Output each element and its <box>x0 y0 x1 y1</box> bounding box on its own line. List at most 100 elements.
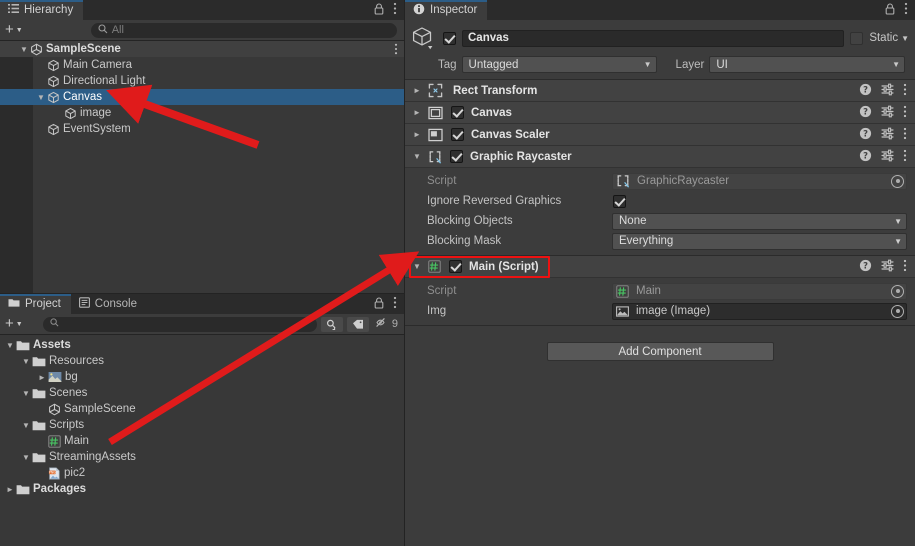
kebab-menu-icon[interactable] <box>903 105 907 121</box>
component-header-canvas-scaler[interactable]: ► Canvas Scaler ? <box>405 124 915 146</box>
tab-hierarchy[interactable]: Hierarchy <box>0 0 84 20</box>
svg-text:?: ? <box>863 106 868 116</box>
component-enabled-checkbox[interactable] <box>450 150 463 163</box>
kebab-menu-icon[interactable] <box>394 43 398 58</box>
project-row-scenes[interactable]: ▼ Scenes <box>0 385 404 401</box>
component-enabled-checkbox[interactable] <box>451 106 464 119</box>
foldout-toggle[interactable]: ▼ <box>20 421 32 430</box>
tab-project[interactable]: Project <box>0 294 71 314</box>
foldout-toggle[interactable]: ► <box>411 108 423 117</box>
kebab-menu-icon[interactable] <box>903 83 907 99</box>
component-enabled-checkbox[interactable] <box>451 128 464 141</box>
preset-settings-icon[interactable] <box>881 83 894 99</box>
preset-settings-icon[interactable] <box>881 105 894 121</box>
foldout-toggle[interactable]: ▼ <box>411 262 423 271</box>
search-filter-icon[interactable] <box>320 316 343 332</box>
foldout-toggle[interactable]: ▼ <box>20 389 32 398</box>
kebab-menu-icon[interactable] <box>903 127 907 143</box>
help-icon[interactable]: ? <box>859 105 872 121</box>
kebab-menu-icon[interactable] <box>393 2 397 18</box>
lock-icon[interactable] <box>374 2 384 18</box>
project-row-label: StreamingAssets <box>49 451 136 463</box>
graphic-raycaster-icon <box>428 150 442 164</box>
foldout-toggle[interactable]: ▼ <box>35 93 47 102</box>
folder-icon <box>32 355 46 367</box>
hierarchy-row-label: SampleScene <box>46 43 121 55</box>
foldout-toggle[interactable]: ▼ <box>20 357 32 366</box>
preset-settings-icon[interactable] <box>881 127 894 143</box>
dropdown-blocking-mask[interactable]: Everything ▼ <box>612 232 907 250</box>
foldout-toggle[interactable]: ▼ <box>4 341 16 350</box>
hierarchy-create-button[interactable]: + ▼ <box>3 22 27 37</box>
project-row-assets[interactable]: ▼ Assets <box>0 337 404 353</box>
gameobject-enabled-checkbox[interactable] <box>443 31 456 45</box>
object-field-script[interactable]: Main <box>612 282 907 300</box>
layer-dropdown[interactable]: UI ▼ <box>709 56 905 73</box>
help-icon[interactable]: ? <box>859 127 872 143</box>
component-enabled-checkbox[interactable] <box>449 260 462 273</box>
tag-filter-icon[interactable] <box>346 316 369 332</box>
project-row-packages[interactable]: ► Packages <box>0 481 404 497</box>
hierarchy-row-image[interactable]: image <box>0 105 404 121</box>
panel-splitter-vertical[interactable] <box>404 0 405 546</box>
hierarchy-search-input[interactable]: All <box>90 22 397 38</box>
foldout-toggle[interactable]: ▼ <box>18 45 30 54</box>
kebab-menu-icon[interactable] <box>903 259 907 275</box>
dropdown-blocking-objects[interactable]: None ▼ <box>612 212 907 230</box>
hierarchy-row-samplescene[interactable]: ▼ SampleScene <box>0 41 404 57</box>
tab-inspector[interactable]: Inspector <box>405 0 488 20</box>
panel-splitter-horizontal[interactable] <box>0 293 404 294</box>
object-picker-icon[interactable] <box>891 304 904 318</box>
preset-settings-icon[interactable] <box>881 149 894 165</box>
project-create-button[interactable]: + ▼ <box>3 315 27 332</box>
preset-settings-icon[interactable] <box>881 259 894 275</box>
help-icon[interactable]: ? <box>859 83 872 99</box>
component-header-canvas[interactable]: ► Canvas ? <box>405 102 915 124</box>
project-row-scripts[interactable]: ▼ Scripts <box>0 417 404 433</box>
hierarchy-row-eventsystem[interactable]: EventSystem <box>0 121 404 137</box>
project-row-pic2[interactable]: PNG pic2 <box>0 465 404 481</box>
foldout-toggle[interactable]: ► <box>4 485 16 494</box>
kebab-menu-icon[interactable] <box>903 149 907 165</box>
foldout-toggle[interactable]: ► <box>36 373 48 382</box>
foldout-toggle[interactable]: ▼ <box>20 453 32 462</box>
component-header-rect-transform[interactable]: ► Rect Transform ? <box>405 80 915 102</box>
add-component-button[interactable]: Add Component <box>546 342 774 361</box>
project-row-bg[interactable]: ► bg <box>0 369 404 385</box>
kebab-menu-icon[interactable] <box>904 2 908 18</box>
foldout-toggle[interactable]: ► <box>411 86 423 95</box>
component-header-graphic-raycaster[interactable]: ▼ Graphic Raycaster ? <box>405 146 915 168</box>
object-picker-icon[interactable] <box>891 174 904 188</box>
project-search-input[interactable] <box>42 316 317 332</box>
object-picker-icon[interactable] <box>891 284 904 298</box>
help-icon[interactable]: ? <box>859 259 872 275</box>
component-header-main-script[interactable]: ▼ Main (Script) ? <box>405 256 915 278</box>
foldout-toggle[interactable]: ► <box>411 130 423 139</box>
hierarchy-row-main-camera[interactable]: Main Camera <box>0 57 404 73</box>
add-component-area: Add Component <box>405 326 915 361</box>
static-dropdown[interactable]: Static ▼ <box>869 32 909 44</box>
canvas-scaler-icon <box>428 128 443 142</box>
foldout-toggle[interactable]: ▼ <box>411 152 423 161</box>
hierarchy-tabbar: Hierarchy <box>0 0 404 20</box>
project-row-streamingassets[interactable]: ▼ StreamingAssets <box>0 449 404 465</box>
object-field-script[interactable]: GraphicRaycaster <box>612 172 907 190</box>
hierarchy-row-canvas[interactable]: ▼ Canvas <box>0 89 404 105</box>
checkbox-ignore-reversed-graphics[interactable] <box>613 194 626 208</box>
project-row-samplescene[interactable]: SampleScene <box>0 401 404 417</box>
gameobject-name-field[interactable]: Canvas <box>462 29 845 47</box>
tab-console[interactable]: Console <box>70 294 147 314</box>
hierarchy-row-directional-light[interactable]: Directional Light <box>0 73 404 89</box>
object-field-img[interactable]: image (Image) <box>612 302 907 320</box>
hidden-assets-count[interactable]: 9 <box>373 317 401 331</box>
plus-icon: + <box>5 315 14 332</box>
lock-icon[interactable] <box>374 296 384 312</box>
project-row-resources[interactable]: ▼ Resources <box>0 353 404 369</box>
lock-icon[interactable] <box>885 2 895 18</box>
folder-icon <box>8 297 20 311</box>
project-row-main[interactable]: Main <box>0 433 404 449</box>
kebab-menu-icon[interactable] <box>393 296 397 312</box>
tag-dropdown[interactable]: Untagged ▼ <box>461 56 657 73</box>
static-checkbox[interactable] <box>850 31 864 45</box>
help-icon[interactable]: ? <box>859 149 872 165</box>
